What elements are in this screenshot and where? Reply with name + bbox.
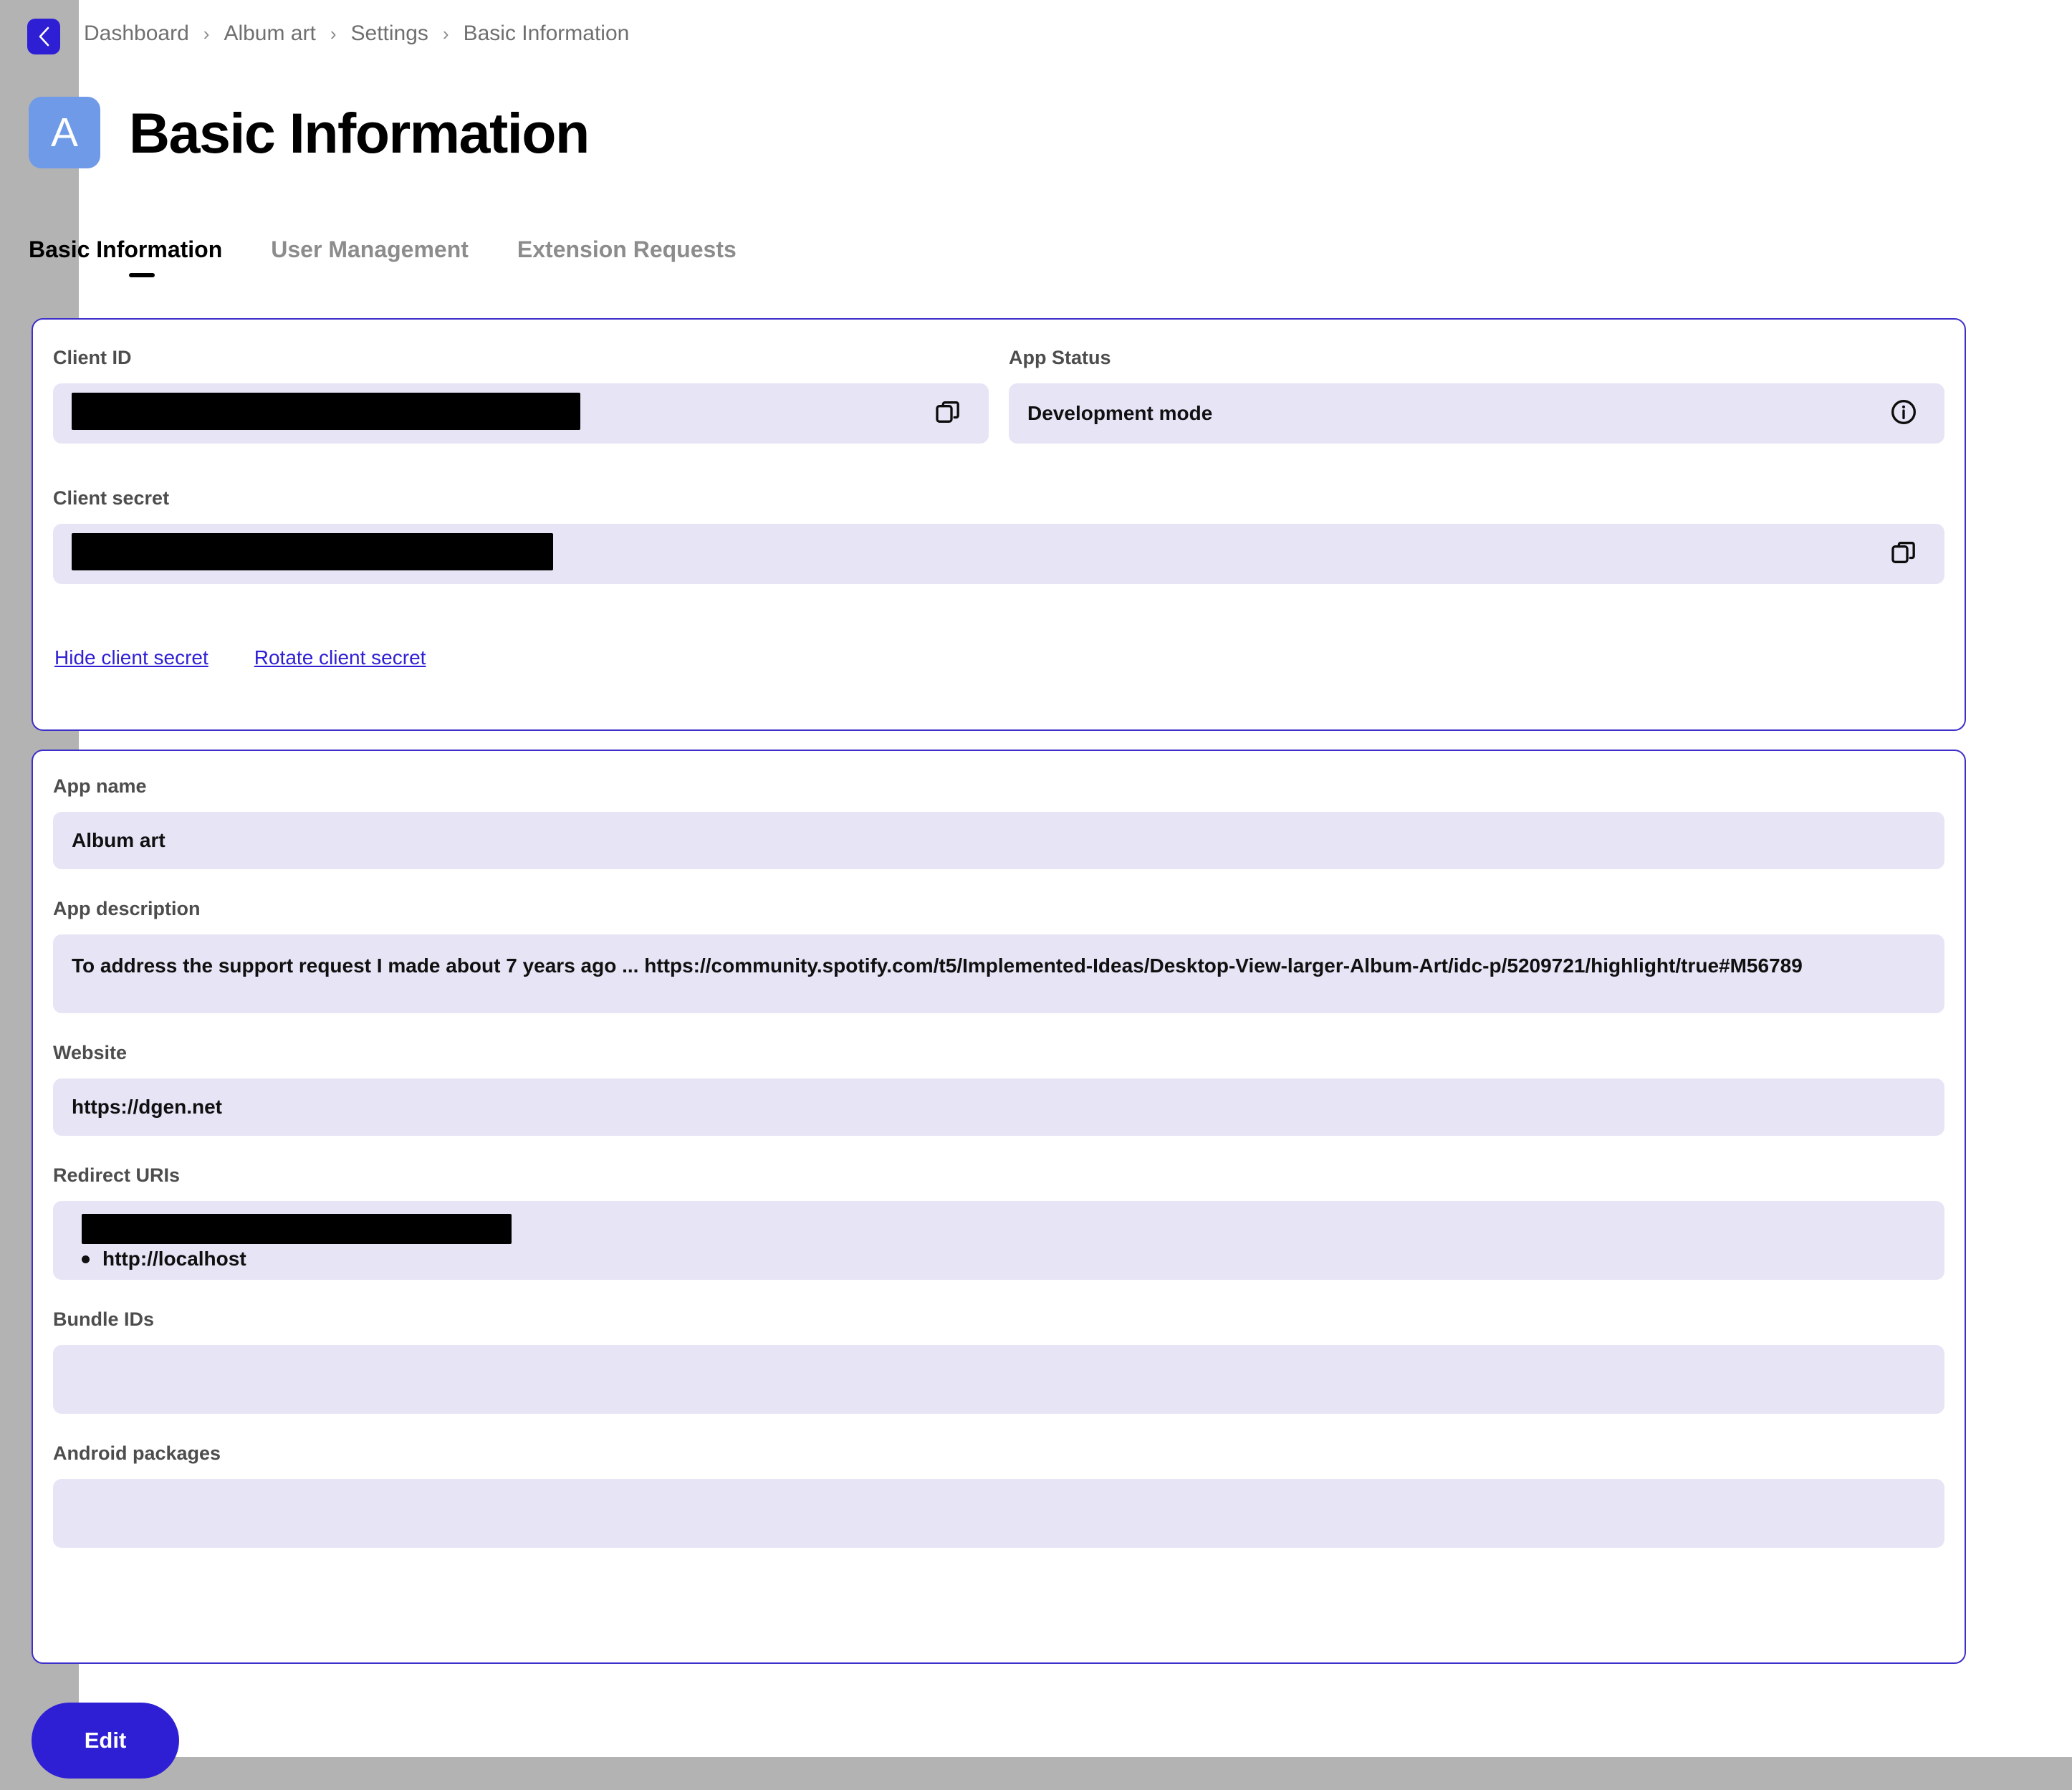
website-group: Website https://dgen.net xyxy=(53,1042,1944,1136)
bundle-ids-group: Bundle IDs xyxy=(53,1308,1944,1414)
info-icon xyxy=(1889,398,1918,430)
app-status-value: Development mode xyxy=(1027,402,1213,424)
back-button[interactable] xyxy=(27,19,60,54)
app-details-card: App name Album art App description To ad… xyxy=(32,750,1966,1664)
app-description-value: To address the support request I made ab… xyxy=(72,954,1803,977)
android-packages-group: Android packages xyxy=(53,1442,1944,1548)
hide-client-secret-link[interactable]: Hide client secret xyxy=(54,646,208,669)
client-secret-value xyxy=(72,532,1881,575)
tab-basic-information[interactable]: Basic Information xyxy=(29,236,246,282)
tab-extension-requests[interactable]: Extension Requests xyxy=(493,236,761,282)
breadcrumb-separator: › xyxy=(330,23,337,44)
app-name-group: App name Album art xyxy=(53,775,1944,869)
app-description-group: App description To address the support r… xyxy=(53,898,1944,1013)
breadcrumb: Dashboard › Album art › Settings › Basic… xyxy=(82,21,630,46)
breadcrumb-item-album-art[interactable]: Album art xyxy=(222,21,317,46)
redirect-uris-group: Redirect URIs http://localhost xyxy=(53,1164,1944,1280)
app-description-field: To address the support request I made ab… xyxy=(53,934,1944,1013)
app-status-label: App Status xyxy=(1009,347,1111,368)
breadcrumb-item-settings[interactable]: Settings xyxy=(350,21,430,46)
redirect-uri-value: http://localhost xyxy=(102,1248,246,1270)
credentials-card: Client ID App Status Development mode Cl… xyxy=(32,318,1966,731)
breadcrumb-separator: › xyxy=(442,23,449,44)
client-secret-actions: Hide client secret Rotate client secret xyxy=(54,646,426,669)
app-name-label: App name xyxy=(53,775,147,797)
copy-icon xyxy=(934,398,962,430)
redirect-uris-label: Redirect URIs xyxy=(53,1164,181,1186)
android-packages-label: Android packages xyxy=(53,1442,221,1464)
app-status-info-button[interactable] xyxy=(1881,391,1926,436)
client-secret-field[interactable] xyxy=(53,524,1944,584)
redaction-bar xyxy=(72,392,580,430)
page-title: Basic Information xyxy=(129,100,590,165)
website-label: Website xyxy=(53,1042,128,1063)
app-header: A Basic Information xyxy=(29,97,590,168)
bundle-ids-label: Bundle IDs xyxy=(53,1308,155,1330)
client-id-label: Client ID xyxy=(53,347,132,368)
client-id-field[interactable] xyxy=(53,383,989,444)
client-secret-group: Client secret xyxy=(53,487,1944,584)
bullet-icon xyxy=(82,1255,90,1263)
bundle-ids-field xyxy=(53,1345,1944,1414)
rotate-client-secret-link[interactable]: Rotate client secret xyxy=(254,646,426,669)
redaction-bar xyxy=(72,532,553,570)
breadcrumb-item-dashboard[interactable]: Dashboard xyxy=(82,21,191,46)
avatar: A xyxy=(29,97,100,168)
client-id-group: Client ID xyxy=(53,347,989,444)
app-status-field: Development mode xyxy=(1009,383,1944,444)
app-status-group: App Status Development mode xyxy=(1009,347,1944,444)
chevron-left-icon xyxy=(36,25,52,48)
redirect-uris-field: http://localhost xyxy=(53,1201,1944,1280)
list-item xyxy=(72,1214,1926,1244)
list-item: http://localhost xyxy=(72,1244,1926,1274)
client-secret-label: Client secret xyxy=(53,487,170,509)
tab-bar: Basic Information User Management Extens… xyxy=(29,236,761,282)
redaction-bar xyxy=(82,1214,512,1244)
android-packages-field xyxy=(53,1479,1944,1548)
copy-client-secret-button[interactable] xyxy=(1881,532,1926,576)
breadcrumb-item-basic-information: Basic Information xyxy=(463,21,630,45)
app-name-value: Album art xyxy=(72,829,166,851)
credentials-grid: Client ID App Status Development mode xyxy=(53,347,1944,444)
client-id-value xyxy=(72,392,926,435)
app-name-field: Album art xyxy=(53,812,1944,869)
redirect-uri-list: http://localhost xyxy=(72,1214,1926,1274)
app-description-label: App description xyxy=(53,898,201,919)
copy-icon xyxy=(1889,538,1918,570)
breadcrumb-separator: › xyxy=(203,23,210,44)
website-value: https://dgen.net xyxy=(72,1096,222,1118)
edit-button[interactable]: Edit xyxy=(32,1703,179,1779)
tab-user-management[interactable]: User Management xyxy=(246,236,493,282)
website-field: https://dgen.net xyxy=(53,1078,1944,1136)
copy-client-id-button[interactable] xyxy=(926,391,970,436)
app-details-content: App name Album art App description To ad… xyxy=(53,775,1944,1548)
